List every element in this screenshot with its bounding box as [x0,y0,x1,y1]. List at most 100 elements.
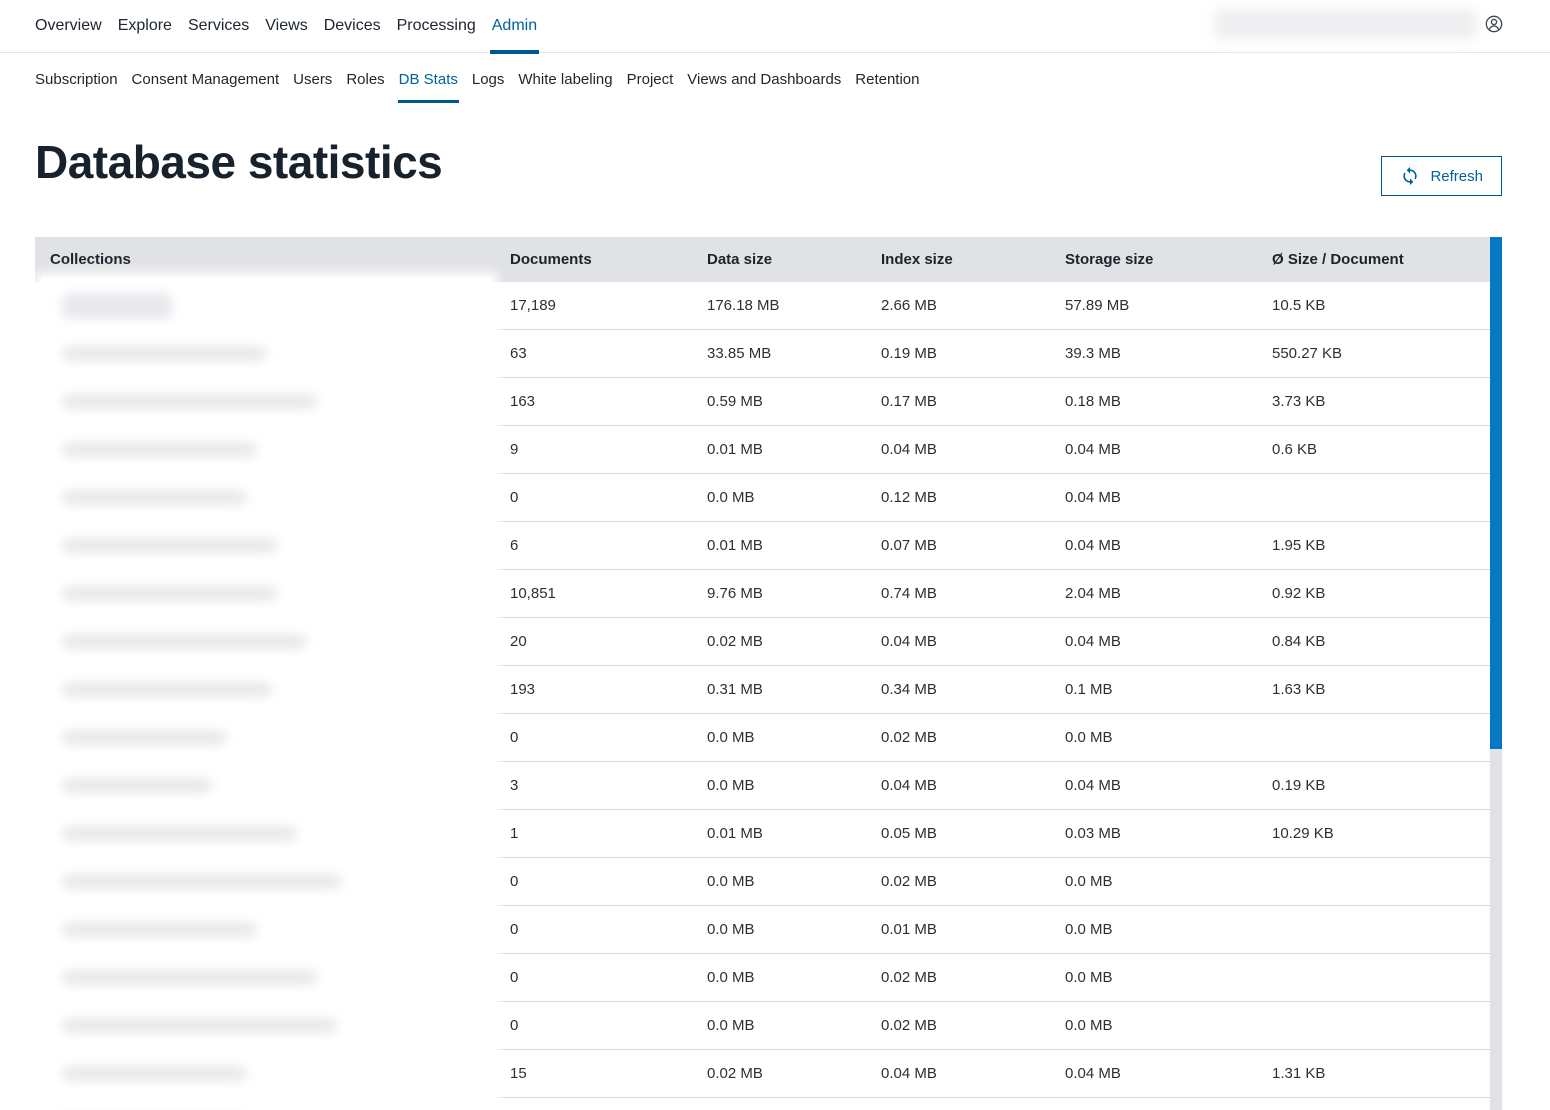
table-row: 1930.31 MB0.34 MB0.1 MB1.63 KB [35,666,1502,714]
cell-index-size: 0.02 MB [881,1017,1065,1034]
table-row: 17,189176.18 MB2.66 MB57.89 MB10.5 KB [35,282,1502,330]
table-row: 90.01 MB0.04 MB0.04 MB0.6 KB [35,426,1502,474]
cell-documents: 15 [510,1065,707,1082]
cell-storage-size: 39.3 MB [1065,345,1272,362]
cell-data-size: 0.02 MB [707,1065,881,1082]
cell-storage-size: 0.0 MB [1065,729,1272,746]
user-account-icon[interactable] [1484,14,1504,34]
cell-documents: 0 [510,729,707,746]
subnav-item-consent-management[interactable]: Consent Management [125,53,287,105]
collection-name-redacted [62,346,267,361]
column-header-documents: Documents [510,251,707,268]
cell-documents: 0 [510,1017,707,1034]
cell-index-size: 0.02 MB [881,729,1065,746]
cell-data-size: 0.01 MB [707,825,881,842]
cell-collection-name [35,954,510,1001]
cell-collection-name [35,1002,510,1049]
cell-documents: 0 [510,873,707,890]
nav-item-devices[interactable]: Devices [316,0,389,52]
refresh-button-label: Refresh [1430,168,1483,185]
subnav-item-retention[interactable]: Retention [848,53,926,105]
collection-name-redacted [62,490,247,505]
cell-collection-name [35,1098,510,1110]
cell-collection-name [35,714,510,761]
collection-name-redacted [62,874,342,889]
collection-name-redacted [62,970,317,985]
cell-data-size: 0.02 MB [707,633,881,650]
column-header-storage-size: Storage size [1065,251,1272,268]
collection-name-redacted [62,442,257,457]
nav-item-admin[interactable]: Admin [484,0,545,52]
subnav-item-subscription[interactable]: Subscription [28,53,125,105]
nav-item-explore[interactable]: Explore [110,0,180,52]
subnav-item-users[interactable]: Users [286,53,339,105]
cell-collection-name [35,810,510,857]
cell-collection-name [35,330,510,377]
cell-documents: 1 [510,825,707,842]
table-header: CollectionsDocumentsData sizeIndex sizeS… [35,237,1502,282]
page-title: Database statistics [35,135,442,189]
cell-collection-name [35,762,510,809]
cell-avg-size: 0.84 KB [1272,633,1502,650]
cell-index-size: 0.05 MB [881,825,1065,842]
nav-item-services[interactable]: Services [180,0,257,52]
cell-storage-size: 0.0 MB [1065,1017,1272,1034]
subnav-item-views-and-dashboards[interactable]: Views and Dashboards [680,53,848,105]
cell-storage-size: 57.89 MB [1065,297,1272,314]
account-name-redacted [1214,9,1476,39]
cell-index-size: 0.04 MB [881,777,1065,794]
cell-documents: 3 [510,777,707,794]
scrollbar-thumb[interactable] [1490,237,1502,749]
cell-data-size: 176.18 MB [707,297,881,314]
cell-documents: 0 [510,969,707,986]
redaction-overlay [41,1094,492,1110]
secondary-nav: SubscriptionConsent ManagementUsersRoles… [0,53,1550,105]
refresh-button[interactable]: Refresh [1381,156,1502,196]
table-row: 60.01 MB0.07 MB0.04 MB1.95 KB [35,522,1502,570]
cell-avg-size: 1.95 KB [1272,537,1502,554]
subnav-item-logs[interactable]: Logs [465,53,512,105]
cell-index-size: 2.66 MB [881,297,1065,314]
cell-avg-size: 1.63 KB [1272,681,1502,698]
cell-index-size: 0.01 MB [881,921,1065,938]
column-header-index-size: Index size [881,251,1065,268]
refresh-icon [1400,166,1420,186]
cell-avg-size: 0.6 KB [1272,441,1502,458]
cell-data-size: 0.0 MB [707,777,881,794]
column-header-data-size: Data size [707,251,881,268]
table-row: 00.0 MB0.02 MB0.0 MB [35,858,1502,906]
cell-collection-name [35,426,510,473]
table-row: 150.02 MB0.04 MB0.04 MB1.31 KB [35,1050,1502,1098]
collection-name-redacted [62,778,212,793]
cell-collection-name [35,570,510,617]
cell-collection-name [35,282,510,329]
cell-avg-size: 0.19 KB [1272,777,1502,794]
nav-item-views[interactable]: Views [257,0,315,52]
cell-collection-name [35,522,510,569]
cell-data-size: 0.59 MB [707,393,881,410]
subnav-item-white-labeling[interactable]: White labeling [511,53,619,105]
table-row [35,1098,1502,1110]
table-row: 00.0 MB0.01 MB0.0 MB [35,906,1502,954]
cell-storage-size: 0.04 MB [1065,489,1272,506]
cell-documents: 6 [510,537,707,554]
collection-name-redacted [62,1018,337,1033]
cell-data-size: 9.76 MB [707,585,881,602]
cell-avg-size: 0.92 KB [1272,585,1502,602]
subnav-item-roles[interactable]: Roles [339,53,391,105]
cell-documents: 17,189 [510,297,707,314]
cell-storage-size: 0.04 MB [1065,537,1272,554]
collection-name-redacted [62,586,277,601]
cell-storage-size: 0.1 MB [1065,681,1272,698]
subnav-item-db-stats[interactable]: DB Stats [392,53,465,105]
subnav-item-project[interactable]: Project [620,53,681,105]
nav-item-overview[interactable]: Overview [27,0,110,52]
nav-item-processing[interactable]: Processing [389,0,484,52]
cell-data-size: 0.0 MB [707,729,881,746]
cell-storage-size: 0.0 MB [1065,921,1272,938]
cell-collection-name [35,618,510,665]
account-area [1214,9,1504,39]
cell-storage-size: 0.04 MB [1065,633,1272,650]
cell-data-size: 0.0 MB [707,873,881,890]
table-scrollbar[interactable] [1490,237,1502,1110]
